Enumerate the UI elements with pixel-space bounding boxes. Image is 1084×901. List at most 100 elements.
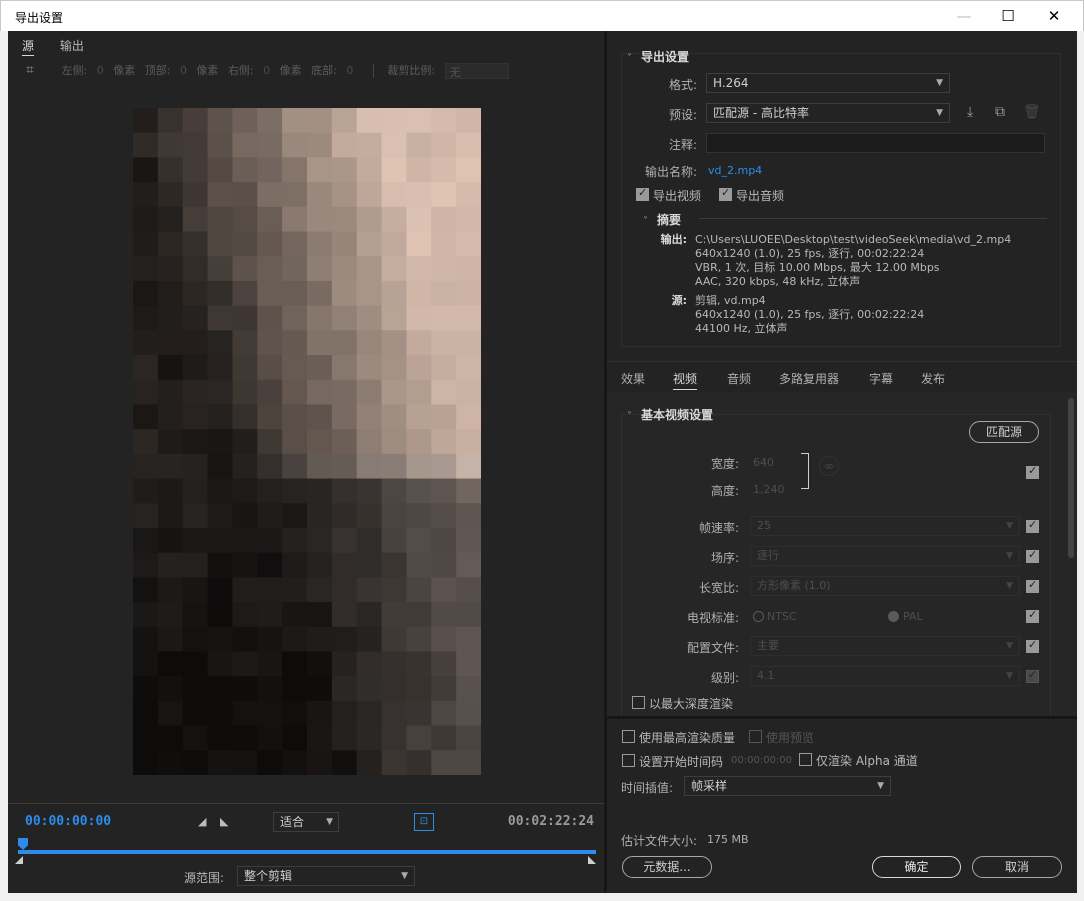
source-range-select[interactable]: 整个剪辑 ▼ (237, 866, 415, 886)
preview-pixel (331, 280, 358, 307)
preview-pixel (232, 330, 258, 356)
tab-multiplexer[interactable]: 多路复用器 (779, 370, 839, 387)
preview-pixel (257, 725, 283, 751)
zoom-fit-value: 适合 (280, 815, 305, 829)
source-output-pane: 源 输出 ⌗ 左侧: 0 像素 顶部: 0 像素 右侧: 0 像素 底部: 0 … (8, 31, 604, 893)
preview-pixel (207, 157, 233, 183)
max-render-quality-checkbox[interactable] (622, 730, 635, 743)
preview-pixel (207, 626, 233, 652)
ok-button[interactable]: 确定 (872, 856, 961, 878)
out-point-marker[interactable] (588, 856, 596, 864)
tab-output[interactable]: 输出 (60, 37, 84, 54)
aspect-correction-icon[interactable]: ⊡ (414, 813, 434, 831)
profile-checkbox[interactable] (1026, 638, 1039, 653)
preview-pixel (406, 602, 432, 628)
tv-standard-checkbox[interactable] (1026, 608, 1039, 623)
preview-pixel (182, 676, 209, 702)
video-panel-scrollbar[interactable] (1068, 398, 1074, 558)
level-checkbox[interactable] (1026, 668, 1039, 683)
match-source-button[interactable]: 匹配源 (969, 421, 1039, 443)
tab-audio[interactable]: 音频 (727, 370, 751, 387)
in-point-marker[interactable] (15, 856, 23, 864)
max-depth-checkbox[interactable] (632, 696, 645, 709)
width-height-checkbox[interactable] (1026, 464, 1039, 479)
est-size-value: 175 MB (707, 833, 749, 846)
alpha-only-checkbox[interactable] (799, 753, 812, 766)
crop-bottom-value[interactable]: 0 (346, 64, 353, 77)
height-value[interactable]: 1,240 (753, 483, 785, 496)
tab-captions[interactable]: 字幕 (869, 370, 893, 387)
time-interp-select[interactable]: 帧采样 ▼ (684, 776, 891, 796)
set-out-point-icon[interactable]: ◣ (220, 815, 228, 828)
preview-pixel (257, 750, 283, 775)
ntsc-radio[interactable] (753, 611, 764, 622)
minimize-button[interactable]: — (941, 1, 987, 32)
output-name-link[interactable]: vd_2.mp4 (708, 164, 762, 177)
export-settings-header[interactable]: ˅ 导出设置 (627, 48, 689, 65)
crop-left-value[interactable]: 0 (97, 64, 104, 77)
preview-pixel (456, 379, 481, 405)
preview-pixel (207, 527, 233, 554)
preview-pixel (282, 478, 308, 504)
maximize-button[interactable]: ☐ (985, 1, 1031, 32)
framerate-select[interactable]: 25 ▼ (750, 516, 1020, 536)
preview-pixel (307, 725, 333, 751)
tab-publish[interactable]: 发布 (921, 370, 945, 387)
video-settings-panel: ˅ 基本视频设置 匹配源 宽度: 640 高度: 1,240 ∞ 帧速率: 25 ▼… (607, 392, 1077, 716)
source-range-value: 整个剪辑 (244, 869, 293, 883)
crop-ratio-select[interactable]: 无 (444, 63, 509, 79)
basic-video-header[interactable]: ˅ 基本视频设置 (627, 406, 713, 423)
level-select[interactable]: 4.1 ▼ (750, 666, 1020, 686)
export-audio-checkbox[interactable] (719, 186, 732, 201)
preview-pixel (356, 503, 383, 529)
crop-bottom-label: 底部: (311, 64, 337, 77)
set-start-timecode-checkbox[interactable] (622, 754, 635, 767)
format-select[interactable]: H.264 ▼ (706, 73, 950, 93)
pal-radio[interactable] (888, 611, 899, 622)
use-previews-checkbox[interactable] (749, 730, 762, 743)
preview-pixel (257, 404, 283, 430)
aspect-select[interactable]: 方形像素 (1.0) ▼ (750, 576, 1020, 596)
export-video-checkbox[interactable] (636, 186, 649, 201)
width-label: 宽度: (710, 457, 739, 471)
crop-top-value[interactable]: 0 (180, 64, 187, 77)
link-dimensions-icon[interactable]: ∞ (819, 456, 839, 476)
import-preset-icon[interactable]: ⧉ (995, 104, 1005, 120)
delete-preset-icon[interactable]: 🗑 (1023, 104, 1041, 120)
summary-header[interactable]: ˅ 摘要 (643, 211, 681, 228)
preview-pixel (232, 132, 258, 158)
close-button[interactable]: ✕ (1031, 1, 1077, 32)
preview-pixel (406, 404, 432, 430)
field-order-checkbox[interactable] (1026, 548, 1039, 563)
aspect-checkbox[interactable] (1026, 578, 1039, 593)
save-preset-icon[interactable]: ⤓ (967, 104, 973, 120)
preview-pixel (133, 108, 159, 134)
preset-select[interactable]: 匹配源 - 高比特率 ▼ (706, 103, 950, 123)
cancel-button[interactable]: 取消 (972, 856, 1062, 878)
preview-pixel (456, 503, 481, 529)
timeline-range-bar[interactable] (18, 850, 596, 854)
crop-icon[interactable]: ⌗ (26, 62, 44, 78)
framerate-checkbox[interactable] (1026, 518, 1039, 533)
preview-pixel (282, 108, 308, 134)
preview-pixel (232, 231, 258, 257)
preview-pixel (133, 330, 159, 356)
preview-pixel (232, 429, 258, 455)
preview-pixel (207, 108, 233, 134)
width-value[interactable]: 640 (753, 456, 774, 469)
field-order-select[interactable]: 逐行 ▼ (750, 546, 1020, 566)
tab-source[interactable]: 源 (22, 37, 35, 56)
start-timecode-value[interactable]: 00:00:00:00 (731, 755, 792, 766)
zoom-fit-select[interactable]: 适合 ▼ (273, 812, 339, 832)
preview-pixel (182, 404, 209, 430)
summary-source-video: 640x1240 (1.0), 25 fps, 逐行, 00:02:22:24 (695, 308, 925, 321)
tab-effects[interactable]: 效果 (621, 370, 645, 387)
metadata-button[interactable]: 元数据... (622, 856, 712, 878)
set-in-point-icon[interactable]: ◢ (198, 815, 206, 828)
tab-video[interactable]: 视频 (673, 370, 698, 390)
current-timecode[interactable]: 00:00:00:00 (25, 814, 111, 829)
profile-select[interactable]: 主要 ▼ (750, 636, 1020, 656)
playhead-handle[interactable] (18, 838, 28, 850)
comment-input[interactable] (706, 133, 1045, 153)
crop-right-value[interactable]: 0 (263, 64, 270, 77)
